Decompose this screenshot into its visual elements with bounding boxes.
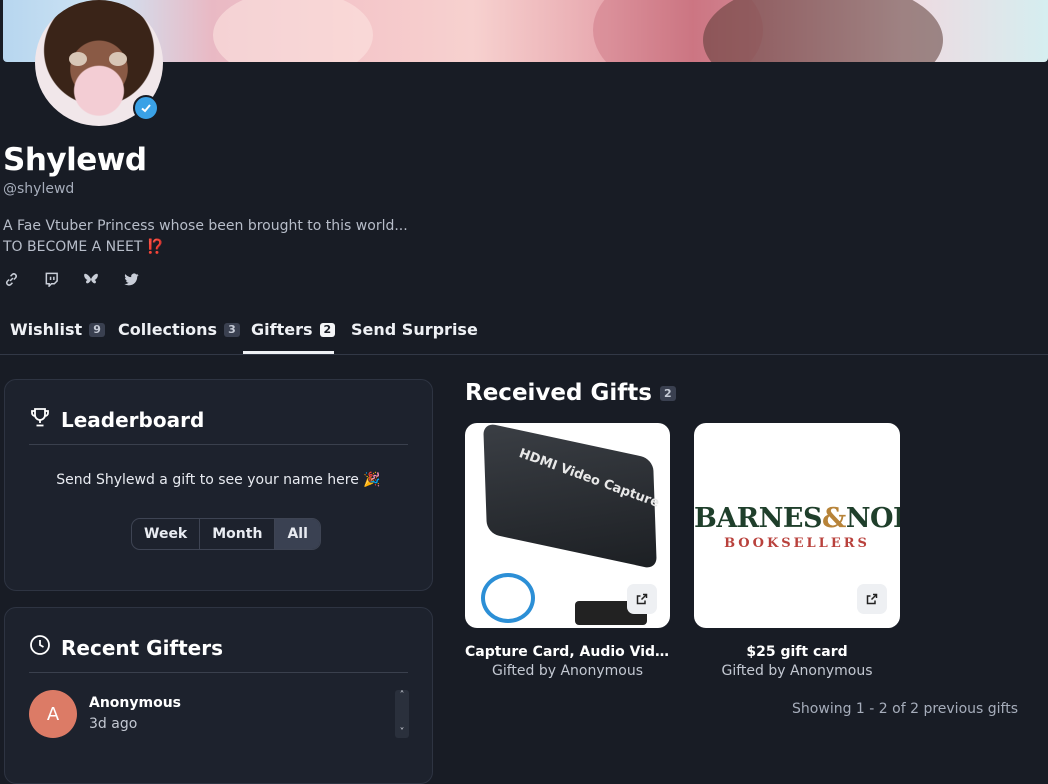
bio-line-2: TO BECOME A NEET: [3, 239, 143, 255]
external-link-button[interactable]: [627, 584, 657, 614]
active-tab-indicator: [243, 351, 334, 354]
gift-by: Gifted by Anonymous: [721, 663, 873, 679]
period-all-button[interactable]: All: [275, 519, 320, 549]
recent-gifters-card: Recent Gifters A Anonymous 3d ago ˄ ˅: [4, 607, 433, 784]
social-links: [3, 271, 139, 287]
tab-gifters[interactable]: Gifters 2: [251, 320, 336, 339]
gift-name[interactable]: Capture Card, Audio Video...: [465, 644, 670, 660]
twitter-icon[interactable]: [123, 271, 139, 287]
link-icon[interactable]: [3, 271, 19, 287]
period-selector: Week Month All: [131, 518, 321, 550]
gifters-scrollbar[interactable]: ˄ ˅: [395, 690, 409, 738]
gifter-name: Anonymous: [89, 695, 182, 711]
pagination-summary: Showing 1 - 2 of 2 previous gifts: [792, 701, 1018, 717]
cable-graphic: [481, 573, 535, 623]
profile-bio: A Fae Vtuber Princess whose been brought…: [3, 216, 408, 258]
tab-count: 9: [89, 322, 105, 337]
gift-card-item[interactable]: BARNES&NOBLE BOOKSELLERS $25 gift card G…: [694, 423, 900, 679]
avatar: A: [29, 690, 77, 738]
divider: [29, 444, 408, 445]
received-gifts-heading: Received Gifts 2: [465, 380, 676, 406]
barnes-noble-logo: BARNES&NOBLE BOOKSELLERS: [694, 503, 900, 551]
tab-wishlist[interactable]: Wishlist 9: [10, 320, 105, 339]
leaderboard-title: Leaderboard: [29, 406, 204, 433]
clock-icon: [29, 634, 51, 661]
bio-emoji: ⁉️: [146, 239, 165, 255]
gift-by: Gifted by Anonymous: [491, 663, 644, 679]
profile-name: Shylewd: [3, 142, 147, 178]
tab-count: 3: [224, 322, 240, 337]
period-month-button[interactable]: Month: [200, 519, 276, 549]
divider: [29, 672, 408, 673]
twitch-icon[interactable]: [43, 271, 59, 287]
gift-card-item[interactable]: HDMI Video Capture Capture Card, Audio V…: [465, 423, 670, 679]
tab-collections[interactable]: Collections 3: [118, 320, 240, 339]
trophy-icon: [29, 406, 51, 433]
leaderboard-card: Leaderboard Send Shylewd a gift to see y…: [4, 379, 433, 591]
external-link-icon: [636, 593, 648, 605]
bluesky-icon[interactable]: [83, 271, 99, 287]
profile-handle: @shylewd: [3, 181, 75, 197]
chevron-down-icon[interactable]: ˅: [400, 727, 405, 738]
gifter-time: 3d ago: [89, 716, 138, 732]
tab-send-surprise[interactable]: Send Surprise: [351, 320, 478, 339]
gift-image[interactable]: BARNES&NOBLE BOOKSELLERS: [694, 423, 900, 628]
profile-tabs: Wishlist 9 Collections 3 Gifters 2 Send Sur…: [0, 310, 1048, 355]
period-week-button[interactable]: Week: [132, 519, 201, 549]
verified-badge-icon: [133, 95, 159, 121]
bio-line-1: A Fae Vtuber Princess whose been brought…: [3, 218, 408, 234]
recent-gifters-title: Recent Gifters: [29, 634, 223, 661]
received-count: 2: [659, 385, 676, 401]
external-link-icon: [866, 593, 878, 605]
gift-name[interactable]: $25 gift card: [694, 644, 900, 660]
gift-image[interactable]: HDMI Video Capture: [465, 423, 670, 628]
external-link-button[interactable]: [857, 584, 887, 614]
tab-count: 2: [319, 322, 336, 337]
chevron-up-icon[interactable]: ˄: [400, 690, 405, 701]
leaderboard-message: Send Shylewd a gift to see your name her…: [56, 472, 381, 488]
